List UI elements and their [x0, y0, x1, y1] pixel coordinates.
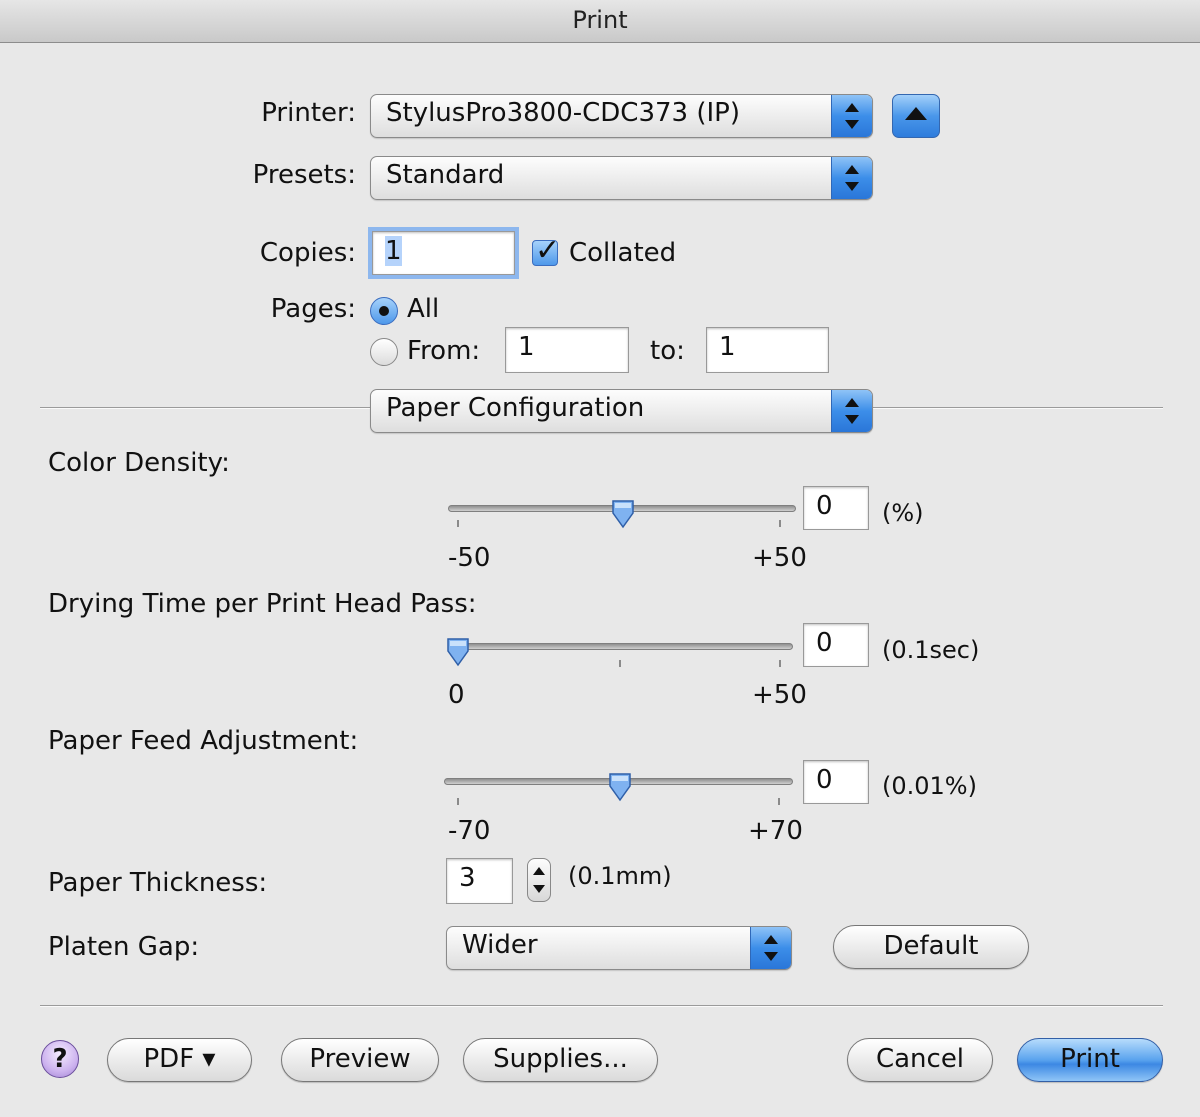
default-button[interactable]: Default [833, 925, 1029, 969]
section-divider-right [873, 407, 1163, 409]
slider-tick [457, 520, 459, 527]
window-title: Print [572, 6, 628, 34]
paper-thickness-stepper[interactable] [527, 858, 551, 902]
pages-from-label: From: [407, 336, 481, 366]
pdf-menu-button[interactable]: PDF ▾ [107, 1038, 252, 1082]
supplies-button[interactable]: Supplies... [463, 1038, 658, 1082]
drying-time-slider-thumb[interactable] [446, 637, 470, 667]
platen-gap-label: Platen Gap: [48, 932, 200, 962]
slider-tick [619, 660, 621, 667]
slider-tick [457, 798, 459, 805]
paper-thickness-unit: (0.1mm) [568, 862, 672, 890]
pages-all-label: All [407, 294, 440, 324]
color-density-unit: (%) [882, 499, 924, 527]
printer-popup[interactable]: StylusPro3800-CDC373 (IP) [370, 94, 873, 138]
pages-label: Pages: [270, 294, 356, 324]
help-icon[interactable]: ? [41, 1040, 79, 1078]
section-popup[interactable]: Paper Configuration [370, 389, 873, 433]
slider-tick [779, 520, 781, 527]
copies-label: Copies: [259, 238, 356, 268]
copies-value: 1 [385, 236, 402, 266]
copies-field[interactable]: 1 [368, 227, 519, 279]
presets-label: Presets: [252, 160, 356, 190]
drying-time-max-label: +50 [752, 680, 807, 710]
pages-from-radio[interactable] [370, 338, 398, 366]
section-divider-left [40, 407, 370, 409]
printer-value: StylusPro3800-CDC373 (IP) [386, 98, 740, 128]
drying-time-field[interactable]: 0 [803, 623, 869, 667]
slider-tick [779, 660, 781, 667]
paper-feed-slider-thumb[interactable] [608, 772, 632, 802]
drying-time-min-label: 0 [448, 680, 465, 710]
paper-feed-unit: (0.01%) [882, 772, 977, 800]
disclosure-expand-button[interactable] [892, 94, 940, 138]
slider-tick [778, 798, 780, 805]
presets-value: Standard [386, 160, 505, 190]
pages-to-label: to: [650, 336, 685, 366]
pages-to-field[interactable]: 1 [706, 327, 829, 373]
paper-feed-label: Paper Feed Adjustment: [48, 726, 359, 756]
pages-from-field[interactable]: 1 [505, 327, 629, 373]
drying-time-unit: (0.1sec) [882, 636, 980, 664]
color-density-max-label: +50 [752, 543, 807, 573]
popup-arrows-icon [831, 95, 872, 137]
popup-arrows-icon [831, 157, 872, 199]
platen-gap-value: Wider [462, 930, 538, 960]
presets-popup[interactable]: Standard [370, 156, 873, 200]
paper-feed-max-label: +70 [748, 816, 803, 846]
paper-feed-min-label: -70 [448, 816, 491, 846]
cancel-button[interactable]: Cancel [847, 1038, 993, 1082]
drying-time-label: Drying Time per Print Head Pass: [48, 589, 477, 619]
window-titlebar: Print [0, 0, 1200, 43]
color-density-label: Color Density: [48, 448, 230, 478]
color-density-slider-thumb[interactable] [611, 499, 635, 529]
color-density-field[interactable]: 0 [803, 486, 869, 530]
printer-label: Printer: [261, 98, 356, 128]
footer-divider [40, 1005, 1163, 1007]
drying-time-slider-track[interactable] [448, 643, 793, 650]
collated-checkbox[interactable] [532, 233, 560, 268]
popup-arrows-icon [750, 927, 791, 969]
popup-arrows-icon [831, 390, 872, 432]
section-popup-value: Paper Configuration [386, 393, 645, 423]
preview-button[interactable]: Preview [281, 1038, 439, 1082]
print-button[interactable]: Print [1017, 1038, 1163, 1082]
color-density-min-label: -50 [448, 543, 491, 573]
paper-thickness-label: Paper Thickness: [48, 868, 268, 898]
platen-gap-popup[interactable]: Wider [446, 926, 792, 970]
collated-label: Collated [569, 238, 677, 268]
pages-all-radio[interactable] [370, 297, 398, 325]
paper-thickness-field[interactable]: 3 [446, 858, 513, 904]
paper-feed-field[interactable]: 0 [803, 760, 869, 804]
